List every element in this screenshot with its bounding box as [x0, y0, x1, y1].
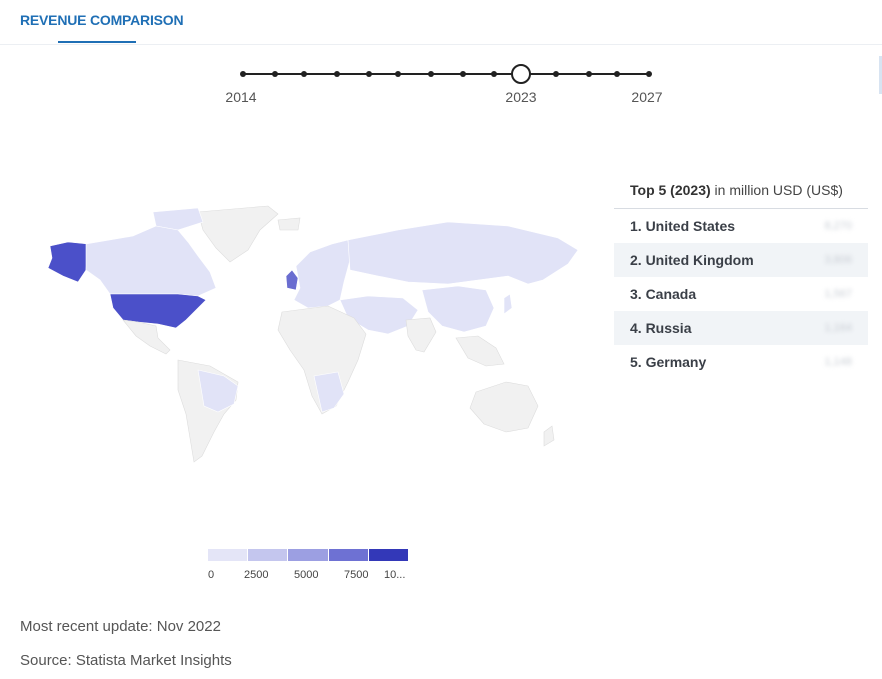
timeline-dot-2027[interactable] — [646, 71, 652, 77]
timeline-dot-2026[interactable] — [614, 71, 620, 77]
map-region-new-zealand[interactable] — [543, 425, 555, 447]
timeline-dot-2021[interactable] — [460, 71, 466, 77]
top5-row[interactable]: 5. Germany 1,148 — [614, 345, 868, 379]
timeline-label-selected: 2023 — [505, 89, 537, 105]
top5-row-value: 1,148 — [824, 356, 852, 368]
timeline-dot-2022[interactable] — [491, 71, 497, 77]
map-region-japan[interactable] — [503, 293, 513, 315]
timeline-dot-2019[interactable] — [395, 71, 401, 77]
timeline-dot-2016[interactable] — [301, 71, 307, 77]
map-region-iceland[interactable] — [277, 217, 301, 231]
top5-title: Top 5 (2023) in million USD (US$) — [614, 178, 868, 208]
last-update-text: Most recent update: Nov 2022 — [20, 618, 221, 635]
timeline-dot-2024[interactable] — [553, 71, 559, 77]
legend-swatch — [288, 549, 329, 561]
top5-title-unit: in million USD (US$) — [710, 182, 843, 198]
legend-tick: 5000 — [294, 569, 319, 581]
legend-swatch — [328, 549, 369, 561]
map-region-india[interactable] — [405, 317, 437, 353]
timeline-dot-2020[interactable] — [428, 71, 434, 77]
legend-swatch — [248, 549, 289, 561]
map-region-russia[interactable] — [347, 221, 579, 285]
top5-row[interactable]: 1. United States 8,270 — [614, 209, 868, 243]
legend-tick: 0 — [208, 569, 215, 581]
map-region-greenland[interactable] — [197, 205, 279, 263]
top5-row-label: 1. United States — [630, 218, 736, 234]
timeline-dot-2014[interactable] — [240, 71, 246, 77]
top5-row-label: 5. Germany — [630, 354, 707, 370]
map-region-alaska[interactable] — [47, 241, 89, 283]
map-region-canada[interactable] — [85, 225, 217, 297]
map-region-united-states[interactable] — [109, 293, 207, 329]
legend-tick: 10... — [384, 569, 406, 581]
top5-row-value: 8,270 — [824, 220, 852, 232]
tab-bar: REVENUE COMPARISON — [0, 0, 882, 45]
top5-row-value: 1,164 — [824, 322, 852, 334]
top5-panel: Top 5 (2023) in million USD (US$) 1. Uni… — [614, 178, 868, 379]
map-region-brazil[interactable] — [197, 369, 239, 413]
legend-swatch — [208, 549, 249, 561]
top5-row[interactable]: 4. Russia 1,164 — [614, 311, 868, 345]
tab-revenue-comparison[interactable]: REVENUE COMPARISON — [20, 12, 184, 28]
top5-row-value: 1,567 — [824, 288, 852, 300]
map-region-australia[interactable] — [469, 381, 539, 433]
map-region-europe[interactable] — [293, 239, 351, 309]
map-region-southeast-asia[interactable] — [455, 335, 505, 367]
active-tab-indicator — [58, 41, 136, 43]
top5-row[interactable]: 2. United Kingdom 3,806 — [614, 243, 868, 277]
legend-swatch — [368, 549, 409, 561]
map-region-united-kingdom[interactable] — [285, 269, 299, 291]
timeline-label-start: 2014 — [225, 89, 257, 105]
timeline-dot-2025[interactable] — [586, 71, 592, 77]
top5-row-value: 3,806 — [824, 254, 852, 266]
timeline-dot-2017[interactable] — [334, 71, 340, 77]
year-timeline-slider[interactable]: 2014 2023 2027 — [0, 56, 882, 116]
top5-row[interactable]: 3. Canada 1,567 — [614, 277, 868, 311]
source-text: Source: Statista Market Insights — [20, 652, 232, 669]
timeline-selected-2023[interactable] — [511, 64, 531, 84]
legend-gradient-bar — [208, 549, 409, 561]
world-choropleth-map[interactable] — [38, 200, 588, 470]
color-scale-legend: 0 2500 5000 7500 10... — [208, 549, 428, 583]
top5-row-label: 2. United Kingdom — [630, 252, 754, 268]
timeline-label-end: 2027 — [631, 89, 663, 105]
top5-row-label: 3. Canada — [630, 286, 697, 302]
timeline-dot-2015[interactable] — [272, 71, 278, 77]
top5-title-year: Top 5 (2023) — [630, 182, 711, 198]
legend-tick-labels: 0 2500 5000 7500 10... — [208, 569, 428, 583]
top5-row-label: 4. Russia — [630, 320, 692, 336]
timeline-dot-2018[interactable] — [366, 71, 372, 77]
legend-tick: 7500 — [344, 569, 369, 581]
legend-tick: 2500 — [244, 569, 269, 581]
